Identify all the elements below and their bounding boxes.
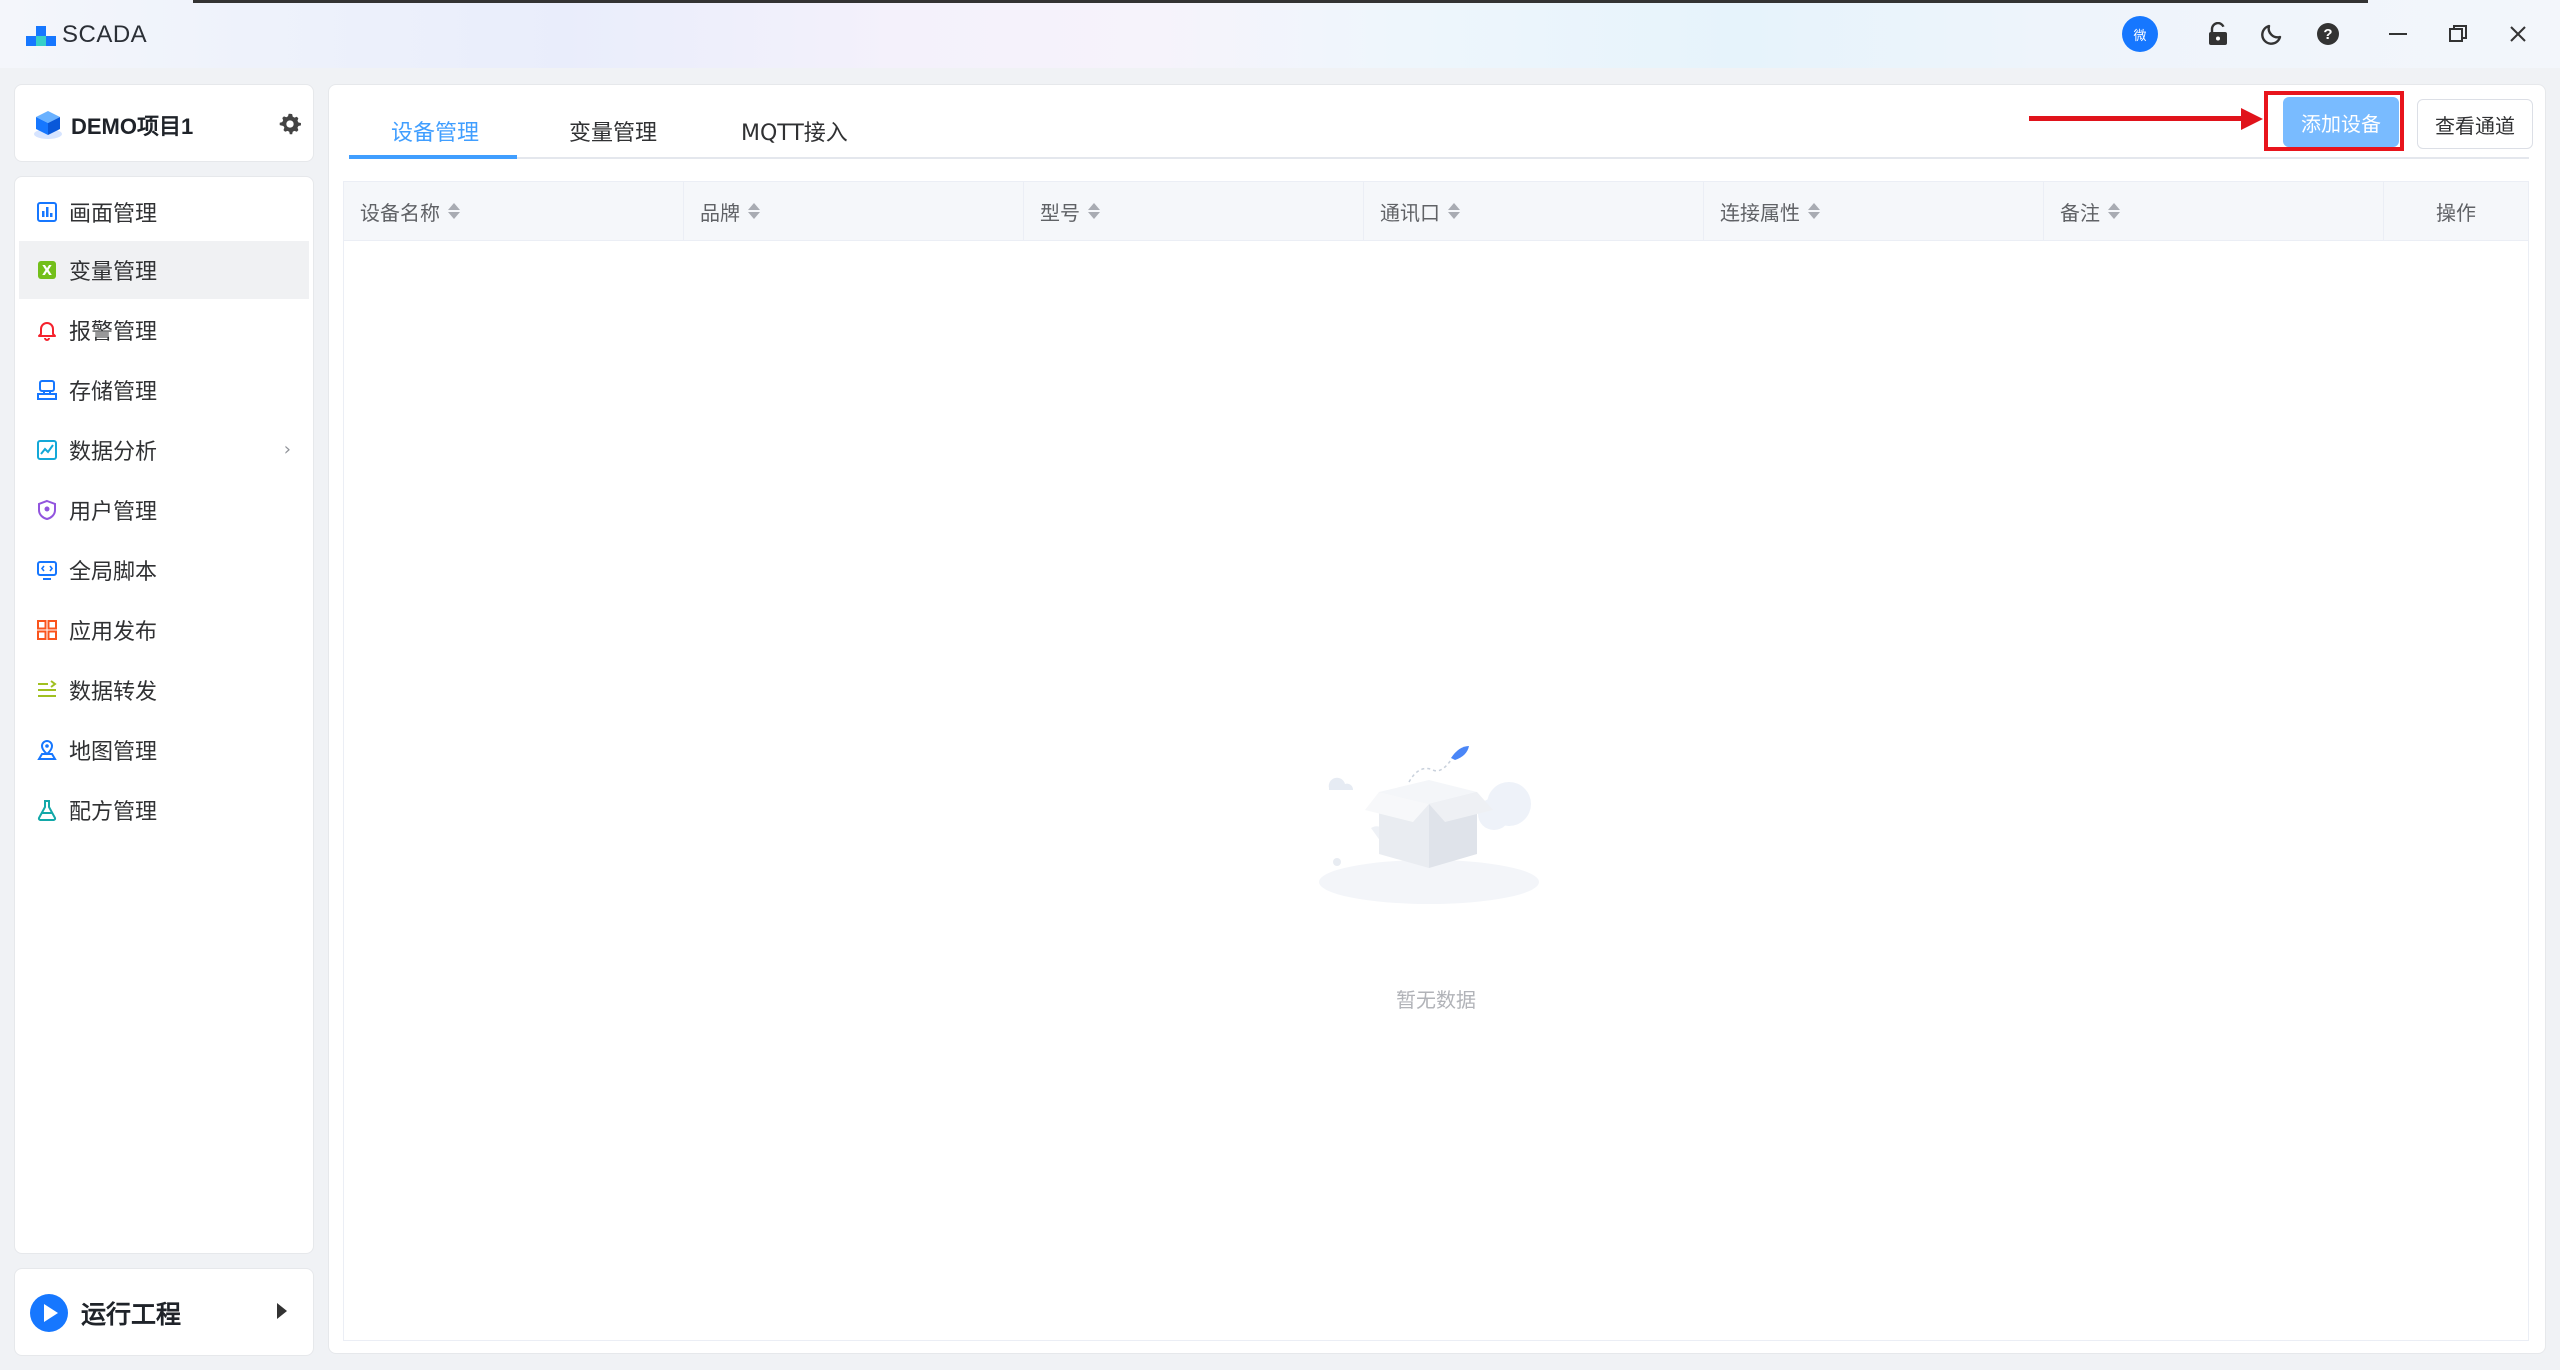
map-icon [35, 738, 59, 762]
minimize-icon[interactable] [2384, 20, 2412, 48]
device-table: 设备名称 品牌 型号 通讯口 连接属性 备注 操作 暂无数据 [343, 181, 2529, 1341]
column-header-device-name[interactable]: 设备名称 [344, 182, 684, 240]
column-label: 操作 [2436, 200, 2476, 225]
title-bar-top-line [193, 0, 2368, 3]
column-label: 设备名称 [360, 200, 440, 225]
sidebar-item-alarms[interactable]: 报警管理 [19, 301, 309, 359]
project-cube-icon [31, 107, 65, 141]
empty-state-text: 暂无数据 [1396, 988, 1476, 1012]
sort-icon[interactable] [1808, 202, 1820, 220]
wechat-icon[interactable]: 微 [2122, 16, 2158, 52]
sidebar-item-users[interactable]: 用户管理 [19, 481, 309, 539]
annotation-highlight-box [2264, 91, 2404, 151]
sidebar-item-label: 画面管理 [69, 202, 158, 227]
column-header-remark[interactable]: 备注 [2044, 182, 2384, 240]
logo-mark-icon [26, 24, 56, 46]
sidebar-item-forward[interactable]: 数据转发 [19, 661, 309, 719]
gear-icon[interactable] [277, 111, 303, 137]
script-icon [35, 558, 59, 582]
flask-icon [35, 798, 59, 822]
sidebar-item-label: 变量管理 [69, 260, 158, 285]
annotation-arrow [2029, 116, 2243, 121]
tabs-divider [349, 157, 2529, 159]
column-label: 连接属性 [1720, 200, 1800, 225]
sort-icon[interactable] [448, 202, 460, 220]
sidebar-item-label: 地图管理 [69, 740, 158, 765]
chart-bar-icon [35, 200, 59, 224]
main-panel: 设备管理 变量管理 MQTT接入 添加设备 查看通道 设备名称 品牌 型号 通讯… [328, 84, 2546, 1354]
column-label: 通讯口 [1380, 200, 1440, 225]
column-label: 品牌 [700, 200, 740, 225]
app-name: SCADA [62, 21, 148, 48]
moon-icon[interactable] [2258, 20, 2286, 48]
run-project-label[interactable]: 运行工程 [81, 1295, 181, 1331]
empty-box-illustration [1309, 722, 1569, 922]
sidebar-item-publish[interactable]: 应用发布 [19, 601, 309, 659]
sidebar-item-recipes[interactable]: 配方管理 [19, 781, 309, 839]
sidebar-item-analytics[interactable]: 数据分析 › [19, 421, 309, 479]
analytics-icon [35, 438, 59, 462]
sidebar-item-label: 存储管理 [69, 380, 158, 405]
sidebar-item-label: 用户管理 [69, 500, 158, 525]
play-icon[interactable] [29, 1293, 69, 1333]
restore-icon[interactable] [2444, 20, 2472, 48]
app-logo: SCADA [26, 20, 147, 50]
sort-icon[interactable] [2108, 202, 2120, 220]
sidebar-item-storage[interactable]: 存储管理 [19, 361, 309, 419]
sidebar-item-map[interactable]: 地图管理 [19, 721, 309, 779]
chevron-right-icon[interactable]: › [284, 439, 291, 460]
column-header-connection[interactable]: 连接属性 [1704, 182, 2044, 240]
tab-device-management[interactable]: 设备管理 [391, 115, 479, 147]
project-name: DEMO项目1 [71, 114, 194, 139]
column-header-brand[interactable]: 品牌 [684, 182, 1024, 240]
sidebar-item-variables[interactable]: X 变量管理 [19, 241, 309, 299]
run-project-panel[interactable]: 运行工程 [14, 1268, 314, 1356]
sidebar-item-label: 配方管理 [69, 800, 158, 825]
sidebar-menu: 画面管理 X 变量管理 报警管理 存储管理 数据分析 › 用户管理 全局脚本 应… [14, 176, 314, 1254]
table-header: 设备名称 品牌 型号 通讯口 连接属性 备注 操作 [344, 182, 2528, 241]
tab-variable-management[interactable]: 变量管理 [569, 115, 657, 147]
caret-right-icon[interactable] [277, 1303, 287, 1319]
sidebar-item-label: 全局脚本 [69, 560, 158, 585]
close-icon[interactable] [2504, 20, 2532, 48]
sort-icon[interactable] [1088, 202, 1100, 220]
variable-icon: X [35, 258, 59, 282]
svg-text:X: X [42, 264, 52, 279]
view-channel-button[interactable]: 查看通道 [2417, 99, 2533, 149]
sidebar-item-label: 应用发布 [69, 620, 158, 645]
sidebar-item-scripts[interactable]: 全局脚本 [19, 541, 309, 599]
bell-icon [35, 318, 59, 342]
active-tab-indicator [349, 155, 517, 159]
column-label: 型号 [1040, 200, 1080, 225]
tab-mqtt[interactable]: MQTT接入 [741, 115, 848, 147]
annotation-arrow-head [2241, 108, 2263, 130]
column-header-port[interactable]: 通讯口 [1364, 182, 1704, 240]
sort-icon[interactable] [748, 202, 760, 220]
sidebar-item-label: 数据转发 [69, 680, 158, 705]
column-header-model[interactable]: 型号 [1024, 182, 1364, 240]
shield-user-icon [35, 498, 59, 522]
sidebar-item-label: 报警管理 [69, 320, 158, 345]
lock-icon[interactable] [2204, 20, 2232, 48]
forward-icon [35, 678, 59, 702]
sort-icon[interactable] [1448, 202, 1460, 220]
grid-icon [35, 618, 59, 642]
title-bar: SCADA 微 ? [0, 0, 2560, 68]
storage-icon [35, 378, 59, 402]
help-icon[interactable]: ? [2314, 20, 2342, 48]
sidebar-item-label: 数据分析 [69, 440, 158, 465]
project-card: DEMO项目1 [14, 84, 314, 162]
sidebar-item-screen[interactable]: 画面管理 [19, 183, 309, 241]
column-header-actions: 操作 [2384, 182, 2528, 240]
svg-text:?: ? [2323, 26, 2332, 43]
column-label: 备注 [2060, 200, 2100, 225]
